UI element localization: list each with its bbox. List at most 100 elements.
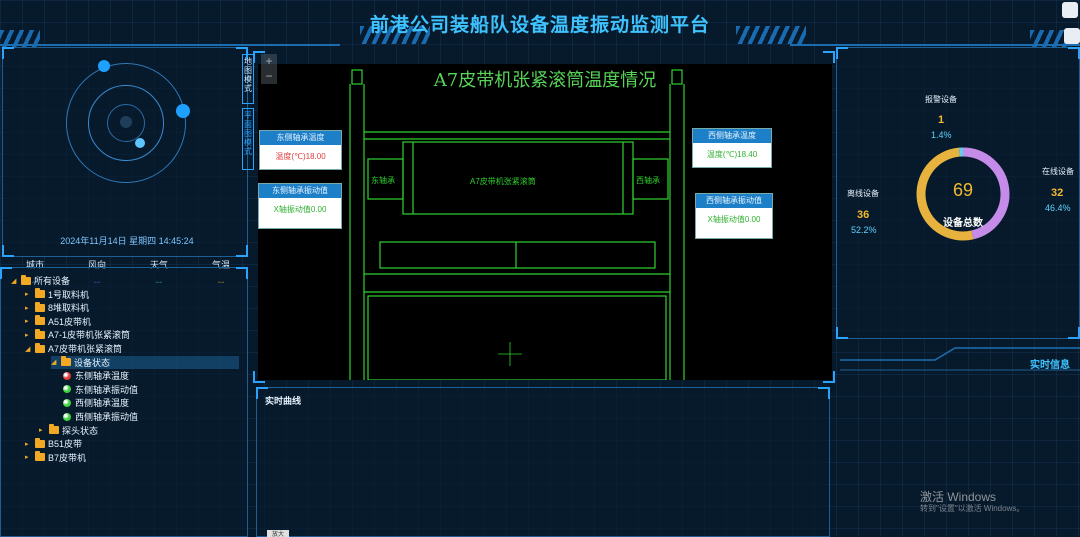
total-count: 69 [952, 180, 974, 200]
tree-item-11[interactable]: ▸ 探头状态 [39, 424, 98, 437]
page-title: 前港公司装船队设备温度振动监测平台 [369, 15, 710, 36]
tree-toggle-icon[interactable]: ◢ [25, 345, 33, 353]
card-west-temp-head: 西侧轴承温度 [693, 129, 771, 143]
status-led-icon [63, 398, 71, 407]
realtime-title: 实时信息 [1030, 360, 1070, 371]
tree-toggle-icon[interactable]: ◢ [51, 358, 59, 366]
offline-count: 36 [857, 209, 870, 221]
card-east-temp-value: 温度(℃)18.00 [275, 152, 326, 161]
card-east-vib[interactable]: 东侧轴承振动值 X轴振动值0.00 [258, 183, 342, 229]
folder-icon [35, 437, 45, 448]
offline-label: 离线设备 [847, 189, 879, 198]
tree-toggle-icon[interactable]: ▸ [25, 440, 33, 448]
header-line-left [0, 44, 340, 46]
west-bearing-label: 西轴承 [636, 176, 660, 185]
tree-item-7[interactable]: 东侧轴承温度 [53, 369, 129, 382]
card-east-vib-value: X轴振动值0.00 [273, 205, 327, 214]
tab-map-mode[interactable]: 地图模式 [242, 54, 254, 104]
total-label: 设备总数 [943, 218, 983, 229]
folder-icon [35, 451, 45, 462]
tree-item-label: A7-1皮带机张紧滚筒 [48, 330, 131, 341]
radar-blip-bottom [135, 138, 145, 148]
tree-item-8[interactable]: 东侧轴承振动值 [53, 383, 138, 396]
card-west-temp[interactable]: 西侧轴承温度 温度(℃)18.40 [692, 128, 772, 168]
broken-image-icon-2[interactable] [1064, 28, 1080, 44]
card-east-temp[interactable]: 东侧轴承温度 温度(℃)18.00 [259, 130, 342, 170]
status-led-icon [63, 412, 71, 421]
radar-blip-right [176, 104, 190, 118]
zoom-in-button[interactable]: + [261, 54, 277, 69]
folder-icon [35, 288, 45, 299]
tree-item-6[interactable]: ◢ 设备状态 [51, 355, 239, 369]
header: 前港公司装船队设备温度振动监测平台 [0, 0, 1080, 48]
alarm-label: 报警设备 [925, 95, 957, 104]
card-east-temp-head: 东侧轴承温度 [260, 131, 341, 145]
tree-item-13[interactable]: ▸ B7皮带机 [25, 451, 86, 464]
folder-icon [35, 328, 45, 339]
card-east-vib-head: 东侧轴承振动值 [259, 184, 341, 198]
broken-image-icon[interactable] [1062, 2, 1078, 18]
card-west-vib-value: X轴振动值0.00 [707, 215, 761, 224]
radar-center [120, 116, 132, 128]
online-label: 在线设备 [1042, 167, 1074, 176]
tree-item-12[interactable]: ▸ B51皮带 [25, 437, 82, 450]
tree-toggle-icon[interactable]: ◢ [11, 277, 19, 285]
status-led-icon [63, 385, 71, 394]
online-count: 32 [1051, 187, 1064, 199]
header-line-right [790, 44, 1080, 46]
tree-item-label: A51皮带机 [48, 316, 92, 327]
card-west-vib-head: 西侧轴承振动值 [696, 194, 772, 208]
device-tree-panel: ◢ 所有设备 ▸ 1号取料机 ▸ 8堆取料机 ▸ A51皮带机 ▸ A7-1皮带机张紧滚筒 ◢ A7皮… [0, 267, 248, 537]
tree-item-label: 西侧轴承温度 [75, 398, 130, 409]
folder-icon [21, 274, 31, 285]
tree-toggle-icon[interactable]: ▸ [25, 453, 33, 461]
environment-panel: 2024年11月14日 星期四 14:45:24 城市 风向 天气 气温 -- … [2, 47, 248, 288]
tree-toggle-icon[interactable]: ▸ [25, 290, 33, 298]
tree-item-label: 东侧轴承振动值 [75, 384, 139, 395]
tree-item-label: A7皮带机张紧滚筒 [48, 344, 123, 354]
tree-toggle-icon[interactable]: ▸ [25, 331, 33, 339]
tree-item-label: 8堆取料机 [48, 303, 90, 314]
tree-item-4[interactable]: ▸ A7-1皮带机张紧滚筒 [25, 328, 130, 341]
device-stats-panel: 69 设备总数 报警设备 1 1.4% 在线设备 32 46.4% 离线设备 3… [836, 47, 1080, 339]
datetime: 2024年11月14日 星期四 14:45:24 [60, 236, 194, 246]
zoom-control: + − [261, 54, 277, 84]
tree-item-label: 设备状态 [74, 357, 111, 368]
folder-icon [49, 424, 59, 435]
radar-blip-top [98, 60, 110, 72]
tree-item-label: B51皮带 [48, 439, 83, 450]
tree-item-label: 探头状态 [62, 425, 99, 436]
east-bearing-label: 东轴承 [371, 176, 395, 185]
folder-icon [35, 301, 45, 312]
tree-item-2[interactable]: ▸ 8堆取料机 [25, 301, 89, 314]
alarm-count: 1 [938, 114, 945, 126]
windows-watermark-subtitle: 转到"设置"以激活 Windows。 [920, 504, 1025, 513]
tab-plan-mode[interactable]: 平面图模式 [242, 108, 254, 170]
tree-toggle-icon[interactable]: ▸ [39, 426, 47, 434]
tree-item-9[interactable]: 西侧轴承温度 [53, 396, 129, 409]
folder-icon [35, 342, 45, 353]
tree-item-5[interactable]: ◢ A7皮带机张紧滚筒 [25, 342, 122, 355]
card-west-temp-value: 温度(℃)18.40 [706, 150, 758, 159]
online-pct: 46.4% [1045, 203, 1071, 213]
card-west-vib[interactable]: 西侧轴承振动值 X轴振动值0.00 [695, 193, 773, 239]
tree-item-label: 1号取料机 [48, 289, 90, 300]
tree-item-label: 东侧轴承温度 [75, 371, 130, 382]
zoom-out-button[interactable]: − [261, 69, 277, 84]
tree-item-label: 西侧轴承振动值 [75, 412, 139, 422]
alarm-pct: 1.4% [931, 130, 952, 140]
tree-item-3[interactable]: ▸ A51皮带机 [25, 315, 91, 328]
folder-icon [61, 356, 71, 367]
offline-pct: 52.2% [851, 225, 877, 235]
tree-item-0[interactable]: ◢ 所有设备 [11, 274, 70, 287]
folder-icon [35, 315, 45, 326]
curve-title: 实时曲线 [265, 396, 302, 406]
drum-label: A7皮带机张紧滚筒 [470, 177, 536, 186]
curve-zoom-button[interactable]: 放大 [267, 530, 289, 537]
tree-toggle-icon[interactable]: ▸ [25, 304, 33, 312]
map-mode-tabs: 地图模式 平面图模式 [242, 54, 254, 170]
tree-item-10[interactable]: 西侧轴承振动值 [53, 410, 138, 423]
tree-item-1[interactable]: ▸ 1号取料机 [25, 288, 89, 301]
tree-toggle-icon[interactable]: ▸ [25, 317, 33, 325]
status-led-icon [63, 371, 71, 380]
